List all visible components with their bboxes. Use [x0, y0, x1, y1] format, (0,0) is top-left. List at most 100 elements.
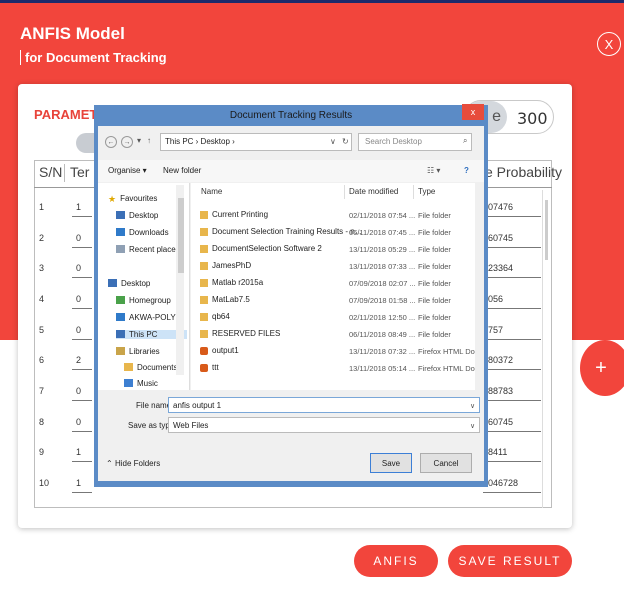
- back-icon[interactable]: ←: [105, 136, 117, 148]
- row-divider: [72, 461, 92, 462]
- row-ter: 1: [76, 478, 82, 488]
- row-ter: 0: [76, 294, 82, 304]
- table-scrollbar-thumb[interactable]: [545, 200, 548, 260]
- row-probability: 5046728: [483, 478, 519, 488]
- view-options-icon[interactable]: ☷ ▾: [427, 166, 440, 175]
- row-divider: [72, 216, 92, 217]
- save-result-button[interactable]: SAVE RESULT: [448, 545, 572, 577]
- address-dropdown-icon[interactable]: ∨: [330, 137, 336, 146]
- file-date: 07/09/2018 01:58 ...: [349, 296, 416, 305]
- file-date: 13/11/2018 05:29 ...: [349, 245, 416, 254]
- up-icon[interactable]: ↑: [147, 136, 151, 145]
- row-ter: 0: [76, 263, 82, 273]
- hide-folders-label: Hide Folders: [114, 459, 161, 468]
- add-button[interactable]: +: [580, 340, 624, 396]
- hide-folders-toggle[interactable]: ⌃ Hide Folders: [106, 459, 160, 468]
- column-separator: [344, 185, 345, 199]
- row-sn: 6: [39, 355, 45, 365]
- file-name[interactable]: ttt: [212, 363, 219, 372]
- nav-label: Downloads: [129, 228, 169, 237]
- row-ter: 0: [76, 417, 82, 427]
- nav-item-documents[interactable]: Documents: [124, 363, 177, 372]
- file-name[interactable]: DocumentSelection Software 2: [212, 244, 322, 253]
- nav-label: This PC: [129, 330, 158, 339]
- new-folder-button[interactable]: New folder: [163, 166, 201, 175]
- file-type: File folder: [418, 262, 451, 271]
- column-header-name[interactable]: Name: [201, 187, 222, 196]
- row-sn: 7: [39, 386, 45, 396]
- nav-item-favourites[interactable]: ★ Favourites: [108, 194, 158, 204]
- nav-item-desktop-root[interactable]: Desktop: [108, 279, 150, 288]
- file-list-scrollbar[interactable]: [475, 183, 484, 373]
- file-date: 13/11/2018 05:14 ...: [349, 364, 416, 373]
- help-icon[interactable]: ?: [464, 166, 469, 175]
- refresh-icon[interactable]: ↻: [342, 137, 349, 146]
- file-name-input[interactable]: anfis output 1: [168, 397, 480, 413]
- dialog-cancel-button[interactable]: Cancel: [420, 453, 472, 473]
- nav-label: Documents: [137, 363, 178, 372]
- nav-item-homegroup[interactable]: Homegroup: [116, 296, 171, 305]
- file-date: 07/09/2018 02:07 ...: [349, 279, 416, 288]
- folder-icon: [200, 279, 208, 287]
- row-divider: [72, 277, 92, 278]
- chevron-down-icon[interactable]: ▾: [137, 136, 141, 145]
- row-divider: [72, 431, 92, 432]
- row-divider: [72, 400, 92, 401]
- file-name[interactable]: RESERVED FILES: [212, 329, 280, 338]
- anfis-button[interactable]: ANFIS: [354, 545, 438, 577]
- column-header-date[interactable]: Date modified: [349, 187, 398, 196]
- organise-menu[interactable]: Organise ▾: [108, 166, 147, 175]
- nav-label: Desktop: [129, 211, 159, 220]
- nav-item-libraries[interactable]: Libraries: [116, 347, 160, 356]
- nav-item-recent[interactable]: Recent places: [116, 245, 180, 254]
- row-ter: 0: [76, 325, 82, 335]
- libraries-icon: [116, 347, 125, 355]
- nav-scrollbar-thumb[interactable]: [178, 198, 184, 273]
- close-app-button[interactable]: X: [597, 32, 621, 56]
- row-divider: [483, 308, 541, 309]
- row-sn: 10: [39, 478, 50, 488]
- desktop-icon: [116, 211, 125, 219]
- file-type: File folder: [418, 279, 451, 288]
- nav-item-desktop[interactable]: Desktop: [116, 211, 158, 220]
- column-header-sn: S/N: [39, 164, 63, 180]
- row-ter: 0: [76, 233, 82, 243]
- nav-item-user[interactable]: AKWA-POLY: [116, 313, 176, 322]
- dialog-close-button[interactable]: x: [462, 104, 484, 120]
- column-separator: [413, 185, 414, 199]
- file-name[interactable]: qb64: [212, 312, 230, 321]
- search-input[interactable]: Search Desktop: [358, 133, 472, 151]
- dialog-title: Document Tracking Results: [229, 109, 353, 121]
- file-name[interactable]: output1: [212, 346, 239, 355]
- nav-item-downloads[interactable]: Downloads: [116, 228, 169, 237]
- file-name[interactable]: MatLab7.5: [212, 295, 250, 304]
- forward-icon[interactable]: →: [121, 136, 133, 148]
- desktop-icon: [108, 279, 117, 287]
- row-ter: 1: [76, 202, 82, 212]
- file-type: Firefox HTML Doc: [418, 364, 479, 373]
- nav-item-music[interactable]: Music: [124, 379, 158, 388]
- folder-icon: [200, 262, 208, 270]
- column-header-type[interactable]: Type: [418, 187, 435, 196]
- file-name[interactable]: JamesPhD: [212, 261, 251, 270]
- chevron-down-icon[interactable]: ∨: [470, 402, 475, 410]
- nav-label: Desktop: [121, 279, 151, 288]
- column-separator: [64, 164, 65, 182]
- file-name[interactable]: Document Selection Training Results - n.…: [212, 227, 361, 236]
- address-bar[interactable]: This PC › Desktop ›: [160, 133, 352, 151]
- dialog-save-button[interactable]: Save: [370, 453, 412, 473]
- row-ter: 2: [76, 355, 82, 365]
- nav-label: Recent places: [129, 245, 180, 254]
- row-divider: [483, 400, 541, 401]
- epochs-value: 300: [517, 109, 548, 128]
- chevron-down-icon[interactable]: ∨: [470, 422, 475, 430]
- row-sn: 4: [39, 294, 45, 304]
- nav-label: Favourites: [120, 194, 158, 203]
- search-icon[interactable]: ⌕: [463, 136, 467, 146]
- documents-icon: [124, 363, 133, 371]
- file-name[interactable]: Matlab r2015a: [212, 278, 263, 287]
- file-name[interactable]: Current Printing: [212, 210, 268, 219]
- row-sn: 9: [39, 447, 45, 457]
- file-type: Firefox HTML Doc: [418, 347, 479, 356]
- save-type-select[interactable]: Web Files: [168, 417, 480, 433]
